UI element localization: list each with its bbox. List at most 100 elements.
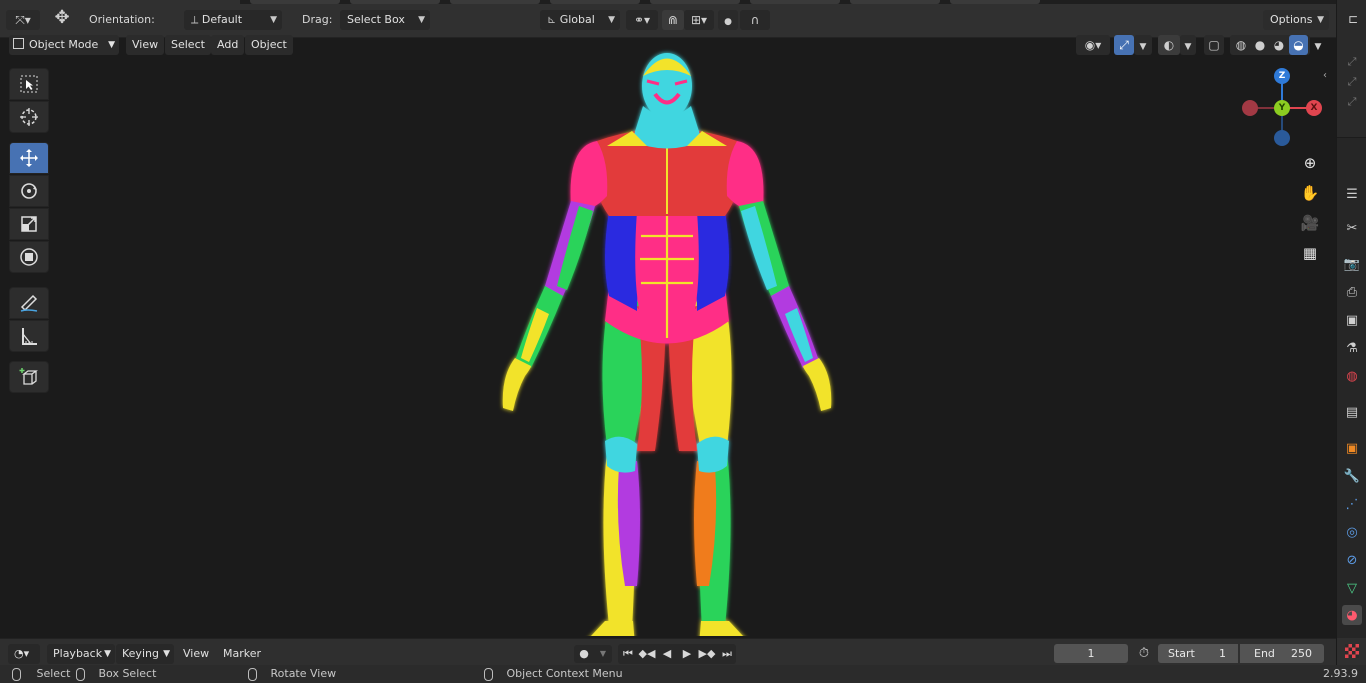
- tab-particles[interactable]: ⋰: [1342, 494, 1362, 514]
- next-keyframe-button[interactable]: ▶◆: [698, 645, 716, 663]
- chevron-down-icon: ▼: [1139, 42, 1147, 52]
- checker-icon[interactable]: [1345, 644, 1359, 658]
- visibility-dropdown[interactable]: ◉▾: [1076, 35, 1110, 55]
- tab-output[interactable]: ⎙: [1342, 282, 1362, 302]
- start-frame-field[interactable]: Start 1: [1158, 644, 1238, 663]
- add-cube-icon: [19, 368, 38, 385]
- gizmo-neg-x-axis[interactable]: [1242, 100, 1258, 116]
- orientation-icon: ⟂: [191, 13, 202, 26]
- overlays-toggle[interactable]: ◐: [1158, 35, 1180, 55]
- gizmo-y-axis[interactable]: Y: [1274, 100, 1290, 116]
- marker-menu[interactable]: Marker: [217, 644, 267, 664]
- xray-toggle[interactable]: ▢: [1204, 35, 1224, 55]
- drag-dropdown[interactable]: Select Box ▼: [340, 10, 430, 30]
- play-reverse-button[interactable]: ◀: [658, 645, 676, 663]
- orientation-dropdown[interactable]: ⟂ Default ▼: [184, 10, 282, 30]
- chevron-down-icon: ▼: [599, 649, 607, 658]
- add-cube-tool[interactable]: [9, 361, 49, 393]
- preview-range-toggle[interactable]: ⏱: [1134, 645, 1154, 663]
- tab-material[interactable]: ◕: [1342, 605, 1362, 625]
- zoom-button[interactable]: ⊕: [1296, 150, 1324, 176]
- tab-world[interactable]: ◍: [1342, 366, 1362, 386]
- eye-icon: ◉▾: [1084, 38, 1102, 52]
- gizmo-x-axis[interactable]: X: [1306, 100, 1322, 116]
- properties-editor-type[interactable]: ☰: [1342, 184, 1362, 204]
- play-button[interactable]: ▶: [678, 645, 696, 663]
- end-label: End: [1254, 647, 1275, 660]
- tab-render[interactable]: 📷: [1342, 254, 1362, 274]
- shading-mode-group: ◍ ● ◕ ◒: [1230, 35, 1310, 55]
- xray-icon: ▢: [1208, 38, 1220, 52]
- jump-start-button[interactable]: ⏮: [619, 645, 637, 663]
- select-menu[interactable]: Select: [165, 35, 211, 55]
- outliner-filter-button[interactable]: ⊏: [1342, 9, 1364, 29]
- annotate-tool[interactable]: [9, 287, 49, 319]
- select-box-tool[interactable]: [9, 68, 49, 100]
- zoom-magnifier-icon: ⊕: [1303, 154, 1317, 172]
- auto-keying-toggle[interactable]: ●: [574, 645, 594, 663]
- object-menu[interactable]: Object: [245, 35, 293, 55]
- measure-tool[interactable]: [9, 320, 49, 352]
- scale-tool[interactable]: [9, 208, 49, 240]
- add-menu[interactable]: Add: [211, 35, 245, 55]
- solid-shading-button[interactable]: ●: [1251, 35, 1269, 55]
- gizmo-dropdown[interactable]: ▼: [1134, 35, 1152, 55]
- anatomy-model[interactable]: [497, 46, 837, 636]
- outliner-row-icon[interactable]: ⤢: [1342, 72, 1362, 92]
- current-frame-field[interactable]: 1: [1054, 644, 1128, 663]
- tab-physics[interactable]: ◎: [1342, 522, 1362, 542]
- editor-type-menu[interactable]: ⤧▾: [6, 10, 40, 30]
- proportional-edit-toggle[interactable]: ●: [718, 10, 738, 30]
- timeline-view-menu[interactable]: View: [177, 644, 215, 664]
- camera-view-button[interactable]: 🎥: [1296, 210, 1324, 236]
- gizmo-neg-z-axis[interactable]: [1274, 130, 1290, 146]
- transform-tool[interactable]: [9, 241, 49, 273]
- pivot-point-dropdown[interactable]: ⚭▾: [626, 10, 658, 30]
- snap-toggle[interactable]: ⋒: [662, 10, 684, 30]
- tab-object[interactable]: ▣: [1342, 438, 1362, 458]
- mode-dropdown[interactable]: Object Mode ▼: [9, 35, 119, 55]
- tab-modifiers[interactable]: 🔧: [1342, 466, 1362, 486]
- rendered-shading-button[interactable]: ◒: [1289, 35, 1308, 55]
- rotate-tool[interactable]: [9, 175, 49, 207]
- move-tool-indicator[interactable]: ✥: [48, 8, 76, 28]
- mesh-triangle-icon: ▽: [1347, 580, 1357, 596]
- sidebar-toggle-icon[interactable]: ‹: [1323, 70, 1327, 81]
- navigation-gizmo[interactable]: Z X Y: [1240, 64, 1324, 150]
- material-preview-button[interactable]: ◕: [1270, 35, 1288, 55]
- view-menu[interactable]: View: [126, 35, 165, 55]
- gizmo-toggle[interactable]: ⤢: [1114, 35, 1134, 55]
- select-box-icon: [20, 75, 38, 93]
- perspective-toggle-button[interactable]: ▦: [1296, 240, 1324, 266]
- grid-icon: ▦: [1302, 244, 1318, 262]
- cursor-tool[interactable]: [9, 101, 49, 133]
- options-dropdown[interactable]: Options ▼: [1263, 10, 1329, 30]
- keying-set-dropdown[interactable]: ▼: [594, 645, 612, 663]
- proportional-falloff-dropdown[interactable]: ∩: [740, 10, 770, 30]
- prev-keyframe-button[interactable]: ◆◀: [638, 645, 656, 663]
- playback-menu[interactable]: Playback ▼: [47, 644, 115, 664]
- render-camera-icon: 📷: [1343, 256, 1361, 272]
- 3d-viewport[interactable]: Object Mode ▼ View Select Add Object ◉▾ …: [0, 35, 1336, 638]
- transform-orientation-dropdown[interactable]: ⊾ Global ▼: [540, 10, 620, 30]
- tab-data[interactable]: ▽: [1342, 578, 1362, 598]
- snap-target-dropdown[interactable]: ⊞▾: [684, 10, 714, 30]
- shading-dropdown[interactable]: ▼: [1310, 35, 1326, 55]
- jump-end-button[interactable]: ⏭: [718, 645, 736, 663]
- gizmo-z-axis[interactable]: Z: [1274, 68, 1290, 84]
- tab-tool[interactable]: ✂: [1342, 218, 1362, 238]
- move-tool[interactable]: [9, 142, 49, 174]
- outliner-row-icon[interactable]: ⤢: [1342, 92, 1362, 112]
- tab-scene[interactable]: ⚗: [1342, 338, 1362, 358]
- overlays-dropdown[interactable]: ▼: [1180, 35, 1196, 55]
- end-frame-field[interactable]: End 250: [1240, 644, 1324, 663]
- tab-view-layer[interactable]: ▣: [1342, 310, 1362, 330]
- timeline-editor-type[interactable]: ◔▾: [8, 644, 40, 664]
- tool-icon: ✂: [1346, 220, 1358, 236]
- keying-menu[interactable]: Keying ▼: [116, 644, 174, 664]
- pan-button[interactable]: ✋: [1296, 180, 1324, 206]
- wireframe-shading-button[interactable]: ◍: [1232, 35, 1250, 55]
- tab-constraints[interactable]: ⊘: [1342, 550, 1362, 570]
- outliner-row-icon[interactable]: ⤢: [1342, 52, 1362, 72]
- tab-collection[interactable]: ▤: [1342, 402, 1362, 422]
